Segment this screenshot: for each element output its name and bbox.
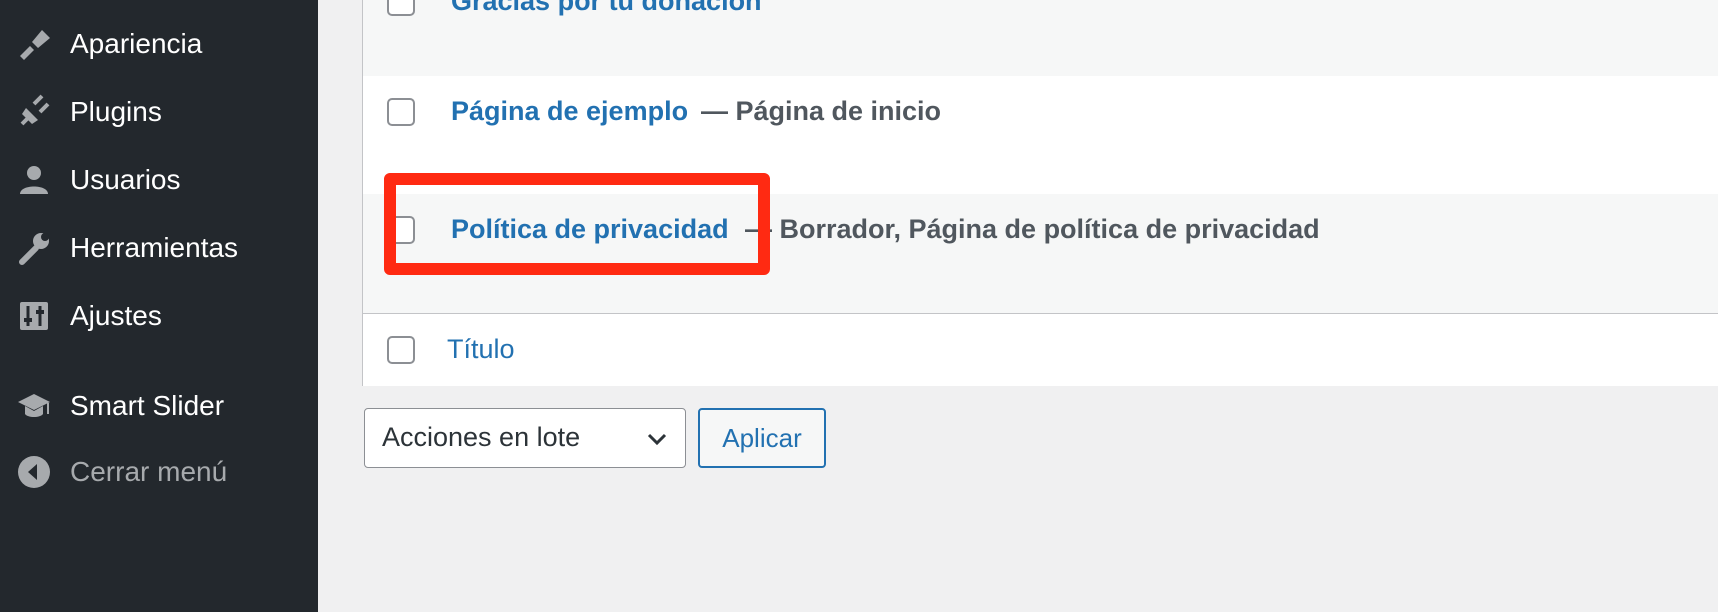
plug-icon — [14, 92, 54, 132]
table-row: Política de privacidad — Borrador, Págin… — [363, 194, 1718, 313]
row-checkbox[interactable] — [387, 98, 415, 126]
apply-button[interactable]: Aplicar — [698, 408, 826, 468]
pages-table: Gracias por tu donación Página de ejempl… — [362, 0, 1718, 386]
sidebar-item-herramientas[interactable]: Herramientas — [0, 218, 318, 278]
bulk-actions-select[interactable]: Acciones en lote — [364, 408, 686, 468]
row-post-state: — Borrador, Página de política de privac… — [745, 214, 1320, 244]
bulk-actions-selected-value: Acciones en lote — [382, 422, 581, 452]
paintbrush-icon — [14, 24, 54, 64]
row-title-link[interactable]: Política de privacidad — [451, 214, 729, 245]
sidebar-item-label: Herramientas — [70, 232, 239, 263]
sidebar-item-smart-slider[interactable]: Smart Slider — [0, 376, 318, 436]
chevron-down-icon — [645, 427, 669, 451]
sidebar-item-usuarios[interactable]: Usuarios — [0, 150, 318, 210]
sidebar-item-apariencia[interactable]: Apariencia — [0, 14, 318, 74]
graduation-cap-icon — [14, 386, 54, 426]
collapse-menu-button[interactable]: Cerrar menú — [0, 442, 318, 502]
sidebar-item-label: Apariencia — [70, 28, 203, 59]
sidebar-item-label: Smart Slider — [70, 390, 225, 421]
main-content: Gracias por tu donación Página de ejempl… — [318, 0, 1718, 612]
select-all-checkbox[interactable] — [387, 336, 415, 364]
row-checkbox[interactable] — [387, 216, 415, 244]
sidebar-item-ajustes[interactable]: Ajustes — [0, 286, 318, 346]
row-title-link[interactable]: Gracias por tu donación — [451, 0, 762, 17]
sidebar-item-plugins[interactable]: Plugins — [0, 82, 318, 142]
row-title-link[interactable]: Página de ejemplo — [451, 96, 688, 127]
collapse-arrow-icon — [14, 452, 54, 492]
sliders-icon — [14, 296, 54, 336]
admin-sidebar: Apariencia Plugins Usuarios Herramientas… — [0, 0, 318, 612]
row-post-state: — Página de inicio — [701, 96, 942, 126]
wrench-icon — [14, 228, 54, 268]
column-title-sort-link[interactable]: Título — [447, 334, 515, 365]
sidebar-item-label: Plugins — [70, 96, 162, 127]
table-row: Página de ejemplo — Página de inicio — [363, 76, 1718, 194]
sidebar-item-label: Usuarios — [70, 164, 181, 195]
sidebar-item-label: Ajustes — [70, 300, 162, 331]
user-icon — [14, 160, 54, 200]
row-checkbox[interactable] — [387, 0, 415, 16]
collapse-menu-label: Cerrar menú — [70, 456, 228, 487]
table-footer: Título — [363, 313, 1718, 386]
table-row: Gracias por tu donación — [363, 0, 1718, 76]
